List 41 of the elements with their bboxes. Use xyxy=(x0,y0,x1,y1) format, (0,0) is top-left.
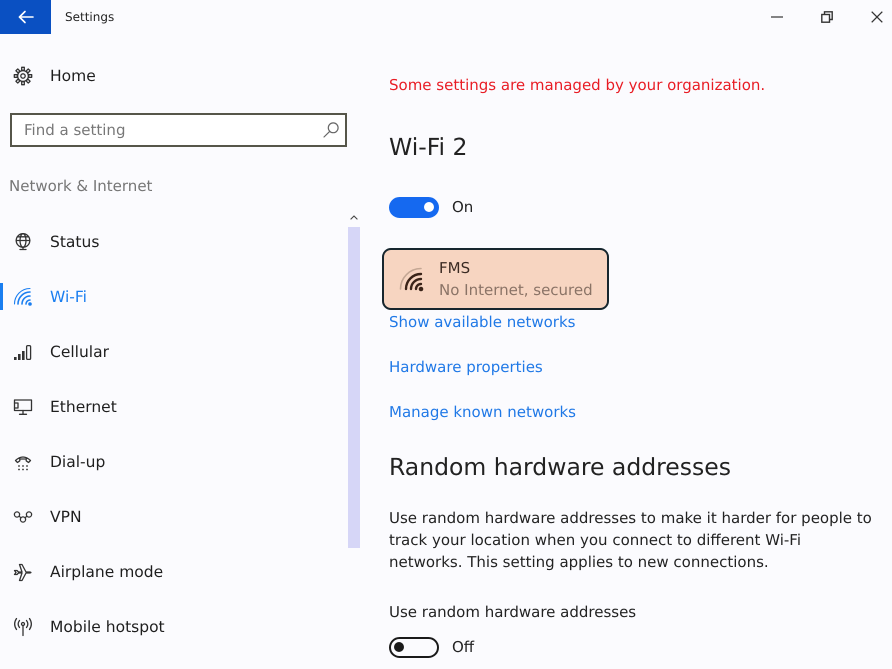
network-card[interactable]: FMS No Internet, secured xyxy=(382,248,609,310)
nav-item[interactable]: Ethernet xyxy=(0,379,348,434)
link[interactable]: Manage known networks xyxy=(389,401,576,423)
gear-icon xyxy=(13,66,33,86)
section-title: Network & Internet xyxy=(9,176,154,196)
section-heading: Random hardware addresses xyxy=(389,452,731,483)
search-field[interactable]: Find a setting xyxy=(10,113,347,147)
network-name: FMS xyxy=(439,258,472,279)
nav-item[interactable]: Wi-Fi xyxy=(0,269,348,324)
search-icon xyxy=(323,122,339,138)
nav-item[interactable]: Dial-up xyxy=(0,434,348,489)
minimize-icon xyxy=(771,16,783,18)
nav-item[interactable]: Cellular xyxy=(0,324,348,379)
link[interactable]: Show available networks xyxy=(389,311,576,333)
toggle-state-label: Off xyxy=(452,637,474,658)
page-title: Wi-Fi 2 xyxy=(389,132,468,163)
caret-up-icon[interactable] xyxy=(350,215,358,220)
network-status: No Internet, secured xyxy=(439,280,593,301)
description-text: Use random hardware addresses to make it harder for people to track your location when you connect to different Wi-Fi networks. This setting applies to new connections. xyxy=(389,508,873,573)
back-button[interactable] xyxy=(0,0,51,34)
home-item[interactable]: Home xyxy=(0,54,348,98)
notice-text: Some settings are managed by your organization. xyxy=(389,75,766,95)
antenna-icon xyxy=(13,616,33,636)
close-icon xyxy=(871,11,883,23)
toggle-switch[interactable] xyxy=(389,196,439,218)
toggle-switch[interactable] xyxy=(389,636,439,658)
link[interactable]: Hardware properties xyxy=(389,356,543,378)
restore-icon xyxy=(821,11,833,23)
window-title: Settings xyxy=(65,10,114,24)
nav-item[interactable]: VPN xyxy=(0,489,348,544)
setting-label: Use random hardware addresses xyxy=(389,602,636,623)
scrollbar-thumb[interactable] xyxy=(348,227,360,548)
toggle-state-label: On xyxy=(452,197,474,218)
wifi-icon xyxy=(13,286,33,306)
nav-item[interactable]: Mobile hotspot xyxy=(0,599,348,654)
nav-item[interactable]: Status xyxy=(0,214,348,269)
nav-item[interactable]: Airplane mode xyxy=(0,544,348,599)
airplane-icon xyxy=(13,562,33,582)
arrow-left-icon xyxy=(18,10,34,24)
monitor-icon xyxy=(13,396,33,416)
globe-icon xyxy=(13,232,33,252)
